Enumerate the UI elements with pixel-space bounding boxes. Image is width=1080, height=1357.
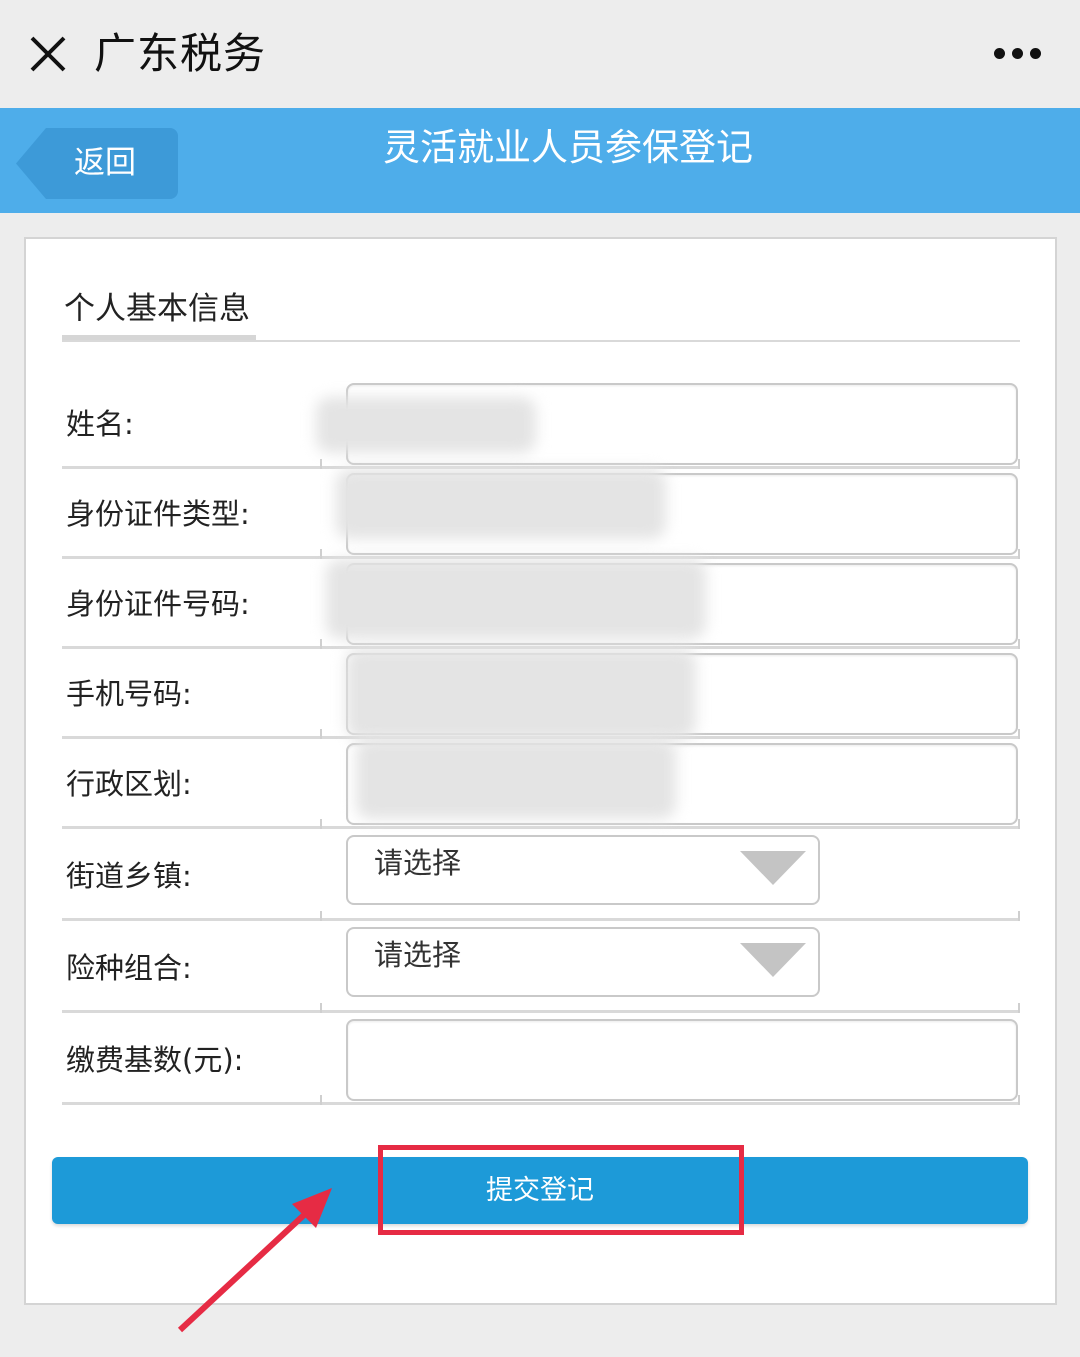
row-divider — [62, 1010, 1020, 1013]
form-row-street: 街道乡镇: 请选择 — [62, 831, 1020, 921]
row-tick — [320, 1095, 322, 1105]
insurance-label: 险种组合: — [66, 951, 192, 985]
row-tick — [320, 729, 322, 739]
form-row-contribution: 缴费基数(元): — [62, 1015, 1020, 1105]
id-type-label: 身份证件类型: — [66, 497, 250, 531]
section-title: 个人基本信息 — [64, 291, 250, 327]
app-top-bar: 广东税务 — [0, 0, 1080, 108]
contribution-input[interactable] — [346, 1019, 1018, 1101]
phone-label: 手机号码: — [66, 677, 192, 711]
row-tick — [320, 639, 322, 649]
back-button-label: 返回 — [74, 145, 136, 181]
close-icon[interactable] — [24, 30, 72, 78]
dropdown-arrow-icon — [740, 943, 806, 977]
redaction-blur — [356, 739, 676, 819]
form-row-name: 姓名: — [62, 379, 1020, 469]
region-label: 行政区划: — [66, 767, 192, 801]
page-header: 灵活就业人员参保登记 返回 — [0, 108, 1080, 213]
row-tick — [1018, 639, 1020, 649]
row-tick — [320, 911, 322, 921]
row-tick — [1018, 1095, 1020, 1105]
more-icon[interactable] — [988, 34, 1048, 74]
redaction-blur — [326, 559, 706, 639]
insurance-select[interactable]: 请选择 — [346, 927, 820, 997]
row-tick — [1018, 459, 1020, 469]
page-root: 广东税务 灵活就业人员参保登记 返回 个人基本信息 姓名: 身份证件类型: 身份… — [0, 0, 1080, 1357]
row-tick — [320, 459, 322, 469]
row-tick — [1018, 911, 1020, 921]
row-tick — [320, 819, 322, 829]
row-tick — [320, 549, 322, 559]
row-divider — [62, 918, 1020, 921]
row-tick — [1018, 1003, 1020, 1013]
redaction-blur — [336, 469, 666, 539]
highlight-annotation — [378, 1145, 744, 1235]
row-tick — [1018, 819, 1020, 829]
form-row-insurance: 险种组合: 请选择 — [62, 923, 1020, 1013]
name-label: 姓名: — [66, 407, 134, 441]
redaction-blur — [316, 397, 536, 453]
contribution-label: 缴费基数(元): — [66, 1043, 244, 1077]
section-divider — [62, 340, 1020, 342]
app-title: 广东税务 — [94, 29, 267, 78]
arrow-annotation-icon — [177, 1188, 332, 1333]
row-tick — [1018, 729, 1020, 739]
street-label: 街道乡镇: — [66, 859, 192, 893]
street-select[interactable]: 请选择 — [346, 835, 820, 905]
id-number-label: 身份证件号码: — [66, 587, 250, 621]
dropdown-arrow-icon — [740, 851, 806, 885]
back-button[interactable]: 返回 — [16, 128, 178, 199]
insurance-select-value: 请选择 — [374, 938, 462, 972]
row-tick — [320, 1003, 322, 1013]
redaction-blur — [346, 649, 696, 739]
street-select-value: 请选择 — [374, 846, 462, 880]
row-divider — [62, 1102, 1020, 1105]
row-divider — [62, 826, 1020, 829]
row-tick — [1018, 549, 1020, 559]
